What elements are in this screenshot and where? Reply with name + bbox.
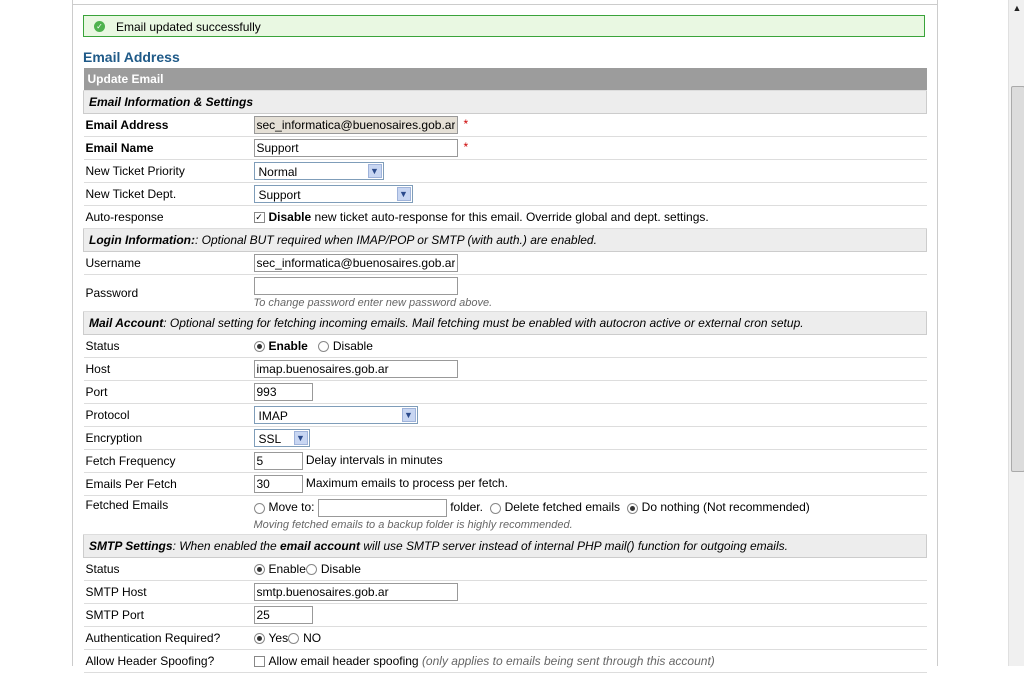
email-name-label: Email Name	[83, 136, 252, 160]
move-folder-input[interactable]	[317, 499, 447, 517]
autoresp-label: Auto-response	[83, 205, 252, 229]
smtp-host-input[interactable]	[253, 583, 458, 601]
smtp-status-label: Status	[83, 557, 252, 581]
check-icon: ✓	[94, 21, 105, 32]
email-address-input[interactable]	[253, 116, 458, 134]
password-label: Password	[83, 274, 252, 312]
chevron-down-icon: ▼	[396, 187, 411, 201]
chevron-down-icon: ▼	[293, 431, 308, 445]
email-form-table: Update Email Email Information & Setting…	[83, 68, 927, 673]
fetched-label: Fetched Emails	[83, 495, 252, 535]
spoof-label: Allow Header Spoofing?	[83, 649, 252, 673]
username-input[interactable]	[253, 254, 458, 272]
form-header: Update Email	[83, 68, 927, 91]
required-marker: *	[463, 117, 469, 132]
scroll-up-icon[interactable]: ▲	[1010, 0, 1024, 16]
autoresp-text: new ticket auto-response for this email.…	[314, 210, 709, 224]
chevron-down-icon: ▼	[367, 164, 382, 178]
host-input[interactable]	[253, 360, 458, 378]
smtp-host-label: SMTP Host	[83, 580, 252, 604]
username-label: Username	[83, 251, 252, 275]
encryption-select[interactable]: SSL ▼	[253, 429, 310, 447]
fetched-hint: Moving fetched emails to a backup folder…	[253, 519, 573, 531]
port-label: Port	[83, 380, 252, 404]
smtp-enable-radio[interactable]	[253, 564, 265, 576]
smtp-disable-radio[interactable]	[305, 564, 317, 576]
notice-message: Email updated successfully	[116, 20, 261, 34]
port-input[interactable]	[253, 383, 313, 401]
autoresp-bold: Disable	[268, 210, 312, 224]
auth-no-radio[interactable]	[288, 633, 300, 645]
page-content: ✓ Email updated successfully Email Addre…	[72, 0, 938, 673]
encryption-label: Encryption	[83, 426, 252, 450]
protocol-label: Protocol	[83, 403, 252, 427]
email-name-input[interactable]	[253, 139, 458, 157]
vertical-scrollbar[interactable]: ▲	[1008, 0, 1024, 666]
section-smtp: SMTP Settings: When enabled the email ac…	[83, 534, 927, 558]
dept-select[interactable]: Support ▼	[253, 185, 413, 203]
delete-fetched-radio[interactable]	[489, 502, 501, 514]
smtp-port-label: SMTP Port	[83, 603, 252, 627]
per-fetch-label: Emails Per Fetch	[83, 472, 252, 496]
section-login: Login Information:: Optional BUT require…	[83, 228, 927, 252]
move-to-radio[interactable]	[253, 502, 265, 514]
do-nothing-radio[interactable]	[626, 502, 638, 514]
top-divider	[73, 4, 937, 5]
success-notice: ✓ Email updated successfully	[83, 15, 925, 37]
status-disable-radio[interactable]	[317, 341, 329, 353]
dept-label: New Ticket Dept.	[83, 182, 252, 206]
status-label: Status	[83, 334, 252, 358]
smtp-port-input[interactable]	[253, 606, 313, 624]
auth-label: Authentication Required?	[83, 626, 252, 650]
password-input[interactable]	[253, 277, 458, 295]
protocol-select[interactable]: IMAP ▼	[253, 406, 418, 424]
status-enable-radio[interactable]	[253, 341, 265, 353]
page-title: Email Address	[83, 49, 180, 65]
auth-yes-radio[interactable]	[253, 633, 265, 645]
fetch-freq-label: Fetch Frequency	[83, 449, 252, 473]
password-hint: To change password enter new password ab…	[253, 297, 493, 309]
chevron-down-icon: ▼	[401, 408, 416, 422]
per-fetch-input[interactable]	[253, 475, 303, 493]
section-email-info: Email Information & Settings	[83, 90, 927, 114]
section-mail-account: Mail Account: Optional setting for fetch…	[83, 311, 927, 335]
email-address-label: Email Address	[83, 113, 252, 137]
scrollbar-thumb[interactable]	[1011, 86, 1024, 472]
fetch-freq-input[interactable]	[253, 452, 303, 470]
autoresp-checkbox[interactable]: ✓	[253, 212, 265, 224]
required-marker: *	[463, 140, 469, 155]
priority-label: New Ticket Priority	[83, 159, 252, 183]
priority-select[interactable]: Normal ▼	[253, 162, 384, 180]
host-label: Host	[83, 357, 252, 381]
